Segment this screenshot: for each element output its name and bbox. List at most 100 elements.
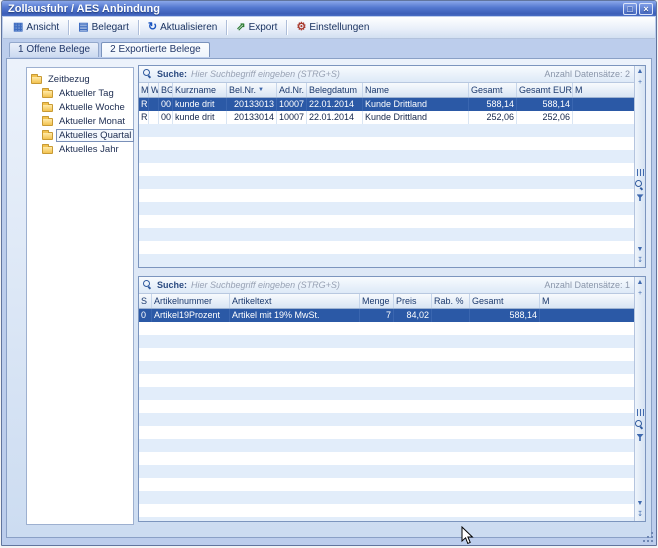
cell: Kunde Drittland bbox=[363, 98, 469, 111]
column-header-s[interactable]: S bbox=[139, 294, 152, 308]
scrollbar-track[interactable] bbox=[635, 445, 645, 497]
items-grid-sidebar: ▲ + ▼ ↧ bbox=[634, 277, 645, 521]
cell: 84,02 bbox=[394, 309, 432, 322]
table-row[interactable]: 0Artikel19ProzentArtikel mit 19% MwSt.78… bbox=[139, 309, 634, 322]
cell: 00 bbox=[159, 98, 173, 111]
tab-exportierte-belege[interactable]: 2 Exportierte Belege bbox=[101, 42, 210, 57]
cell: 588,14 bbox=[470, 309, 540, 322]
mouse-cursor bbox=[461, 526, 474, 546]
resize-grip[interactable] bbox=[641, 530, 654, 543]
cell: Artikel19Prozent bbox=[152, 309, 230, 322]
toolbar-button-label: Einstellungen bbox=[309, 22, 369, 33]
cell: Artikel mit 19% MwSt. bbox=[230, 309, 360, 322]
scroll-end-button[interactable]: ↧ bbox=[636, 511, 645, 519]
column-header-bg[interactable]: BG bbox=[159, 83, 173, 97]
documents-grid-sidebar: ▲ + ▼ ↧ bbox=[634, 66, 645, 267]
tree-item[interactable]: Aktueller Tag bbox=[40, 86, 131, 100]
column-header-m2[interactable]: M bbox=[573, 83, 634, 97]
toolbar-button-belegart[interactable]: ▤Belegart bbox=[72, 19, 135, 36]
search-label: Suche: bbox=[157, 69, 187, 79]
filter-icon[interactable] bbox=[637, 194, 644, 201]
tree-item[interactable]: Aktuelles Jahr bbox=[40, 142, 131, 156]
record-count-label: Anzahl Datensätze: bbox=[544, 280, 622, 290]
toolbar-button-export[interactable]: ⇗ Export bbox=[230, 19, 283, 36]
documents-grid-header: MWBGKurznameBel.Nr.▼Ad.Nr.BelegdatumName… bbox=[139, 83, 634, 98]
columns-icon[interactable] bbox=[637, 169, 644, 176]
column-header-gesamt[interactable]: Gesamt bbox=[469, 83, 517, 97]
cell: kunde drit bbox=[173, 98, 227, 111]
toolbar-separator bbox=[226, 20, 227, 35]
filter-icon[interactable] bbox=[637, 434, 644, 441]
scrollbar-track[interactable] bbox=[635, 205, 645, 243]
tree-item[interactable]: Aktueller Monat bbox=[40, 114, 131, 128]
cell: 10007 bbox=[277, 111, 307, 124]
cell: 252,06 bbox=[517, 111, 573, 124]
cell bbox=[432, 309, 470, 322]
titlebar[interactable]: Zollausfuhr / AES Anbindung □ × bbox=[2, 1, 656, 16]
toolbar-separator bbox=[138, 20, 139, 35]
record-count: Anzahl Datensätze: 2 bbox=[544, 69, 630, 79]
column-header-gesamt_eur[interactable]: Gesamt EUR bbox=[517, 83, 573, 97]
cell: Kunde Drittland bbox=[363, 111, 469, 124]
scrollbar-track[interactable] bbox=[635, 90, 645, 165]
app-window: Zollausfuhr / AES Anbindung □ × ▦Ansicht… bbox=[1, 0, 657, 546]
documents-grid: Suche: Hier Suchbegriff eingeben (STRG+S… bbox=[138, 65, 646, 268]
toolbar-button-aktualisieren[interactable]: ↻Aktualisieren bbox=[142, 19, 223, 36]
scrollbar-track[interactable] bbox=[635, 301, 645, 405]
columns-icon[interactable] bbox=[637, 409, 644, 416]
column-header-adnr[interactable]: Ad.Nr. bbox=[277, 83, 307, 97]
table-row[interactable]: R00kunde drit201330141000722.01.2014Kund… bbox=[139, 111, 634, 124]
tab-offene-belege[interactable]: 1 Offene Belege bbox=[9, 42, 99, 57]
cell bbox=[149, 98, 159, 111]
folder-icon bbox=[42, 118, 53, 126]
add-row-button[interactable]: + bbox=[636, 79, 645, 87]
sort-indicator: ▼ bbox=[258, 87, 264, 93]
documents-search-bar[interactable]: Suche: Hier Suchbegriff eingeben (STRG+S… bbox=[139, 66, 634, 83]
export-icon: ⇗ bbox=[236, 22, 245, 33]
cell: 10007 bbox=[277, 98, 307, 111]
toolbar-button-label: Export bbox=[249, 22, 278, 33]
scroll-down-button[interactable]: ▼ bbox=[636, 246, 645, 254]
tree-item-root[interactable]: Zeitbezug bbox=[29, 72, 131, 86]
tree-item[interactable]: Aktuelles Quartal bbox=[40, 128, 131, 142]
column-header-rab[interactable]: Rab. % bbox=[432, 294, 470, 308]
column-header-artikelnummer[interactable]: Artikelnummer bbox=[152, 294, 230, 308]
toolbar-button-einstellungen[interactable]: ⚙Einstellungen bbox=[290, 19, 375, 36]
cell: kunde drit bbox=[173, 111, 227, 124]
search-icon[interactable] bbox=[635, 420, 645, 430]
record-count: Anzahl Datensätze: 1 bbox=[544, 280, 630, 290]
tab-strip: 1 Offene Belege 2 Exportierte Belege bbox=[2, 39, 656, 57]
column-header-belnr[interactable]: Bel.Nr.▼ bbox=[227, 83, 277, 97]
column-header-belegdatum[interactable]: Belegdatum bbox=[307, 83, 363, 97]
folder-icon bbox=[42, 132, 53, 140]
column-header-kurzname[interactable]: Kurzname bbox=[173, 83, 227, 97]
column-header-name[interactable]: Name bbox=[363, 83, 469, 97]
restore-button[interactable]: □ bbox=[623, 3, 637, 15]
search-input[interactable]: Hier Suchbegriff eingeben (STRG+S) bbox=[191, 280, 340, 290]
scroll-down-button[interactable]: ▼ bbox=[636, 500, 645, 508]
column-header-m[interactable]: M bbox=[540, 294, 634, 308]
column-header-w[interactable]: W bbox=[149, 83, 159, 97]
scroll-up-button[interactable]: ▲ bbox=[636, 279, 645, 287]
items-search-bar[interactable]: Suche: Hier Suchbegriff eingeben (STRG+S… bbox=[139, 277, 634, 294]
scroll-end-button[interactable]: ↧ bbox=[636, 257, 645, 265]
page: { "window": { "title": "Zollausfuhr / AE… bbox=[0, 0, 658, 548]
table-row[interactable]: R00kunde drit201330131000722.01.2014Kund… bbox=[139, 98, 634, 111]
folder-icon bbox=[31, 76, 42, 84]
column-header-artikeltext[interactable]: Artikeltext bbox=[230, 294, 360, 308]
toolbar-button-ansicht[interactable]: ▦Ansicht bbox=[7, 19, 65, 36]
record-count-label: Anzahl Datensätze: bbox=[544, 69, 622, 79]
documents-grid-rows: R00kunde drit201330131000722.01.2014Kund… bbox=[139, 98, 634, 267]
search-input[interactable]: Hier Suchbegriff eingeben (STRG+S) bbox=[191, 69, 340, 79]
scroll-up-button[interactable]: ▲ bbox=[636, 68, 645, 76]
search-icon[interactable] bbox=[635, 180, 645, 190]
column-header-gesamt[interactable]: Gesamt bbox=[470, 294, 540, 308]
column-header-m[interactable]: M bbox=[139, 83, 149, 97]
add-row-button[interactable]: + bbox=[636, 290, 645, 298]
column-header-preis[interactable]: Preis bbox=[394, 294, 432, 308]
tree-item[interactable]: Aktuelle Woche bbox=[40, 100, 131, 114]
tree-panel: ZeitbezugAktueller TagAktuelle WocheAktu… bbox=[26, 67, 134, 525]
search-label: Suche: bbox=[157, 280, 187, 290]
column-header-menge[interactable]: Menge bbox=[360, 294, 394, 308]
close-button[interactable]: × bbox=[639, 3, 653, 15]
